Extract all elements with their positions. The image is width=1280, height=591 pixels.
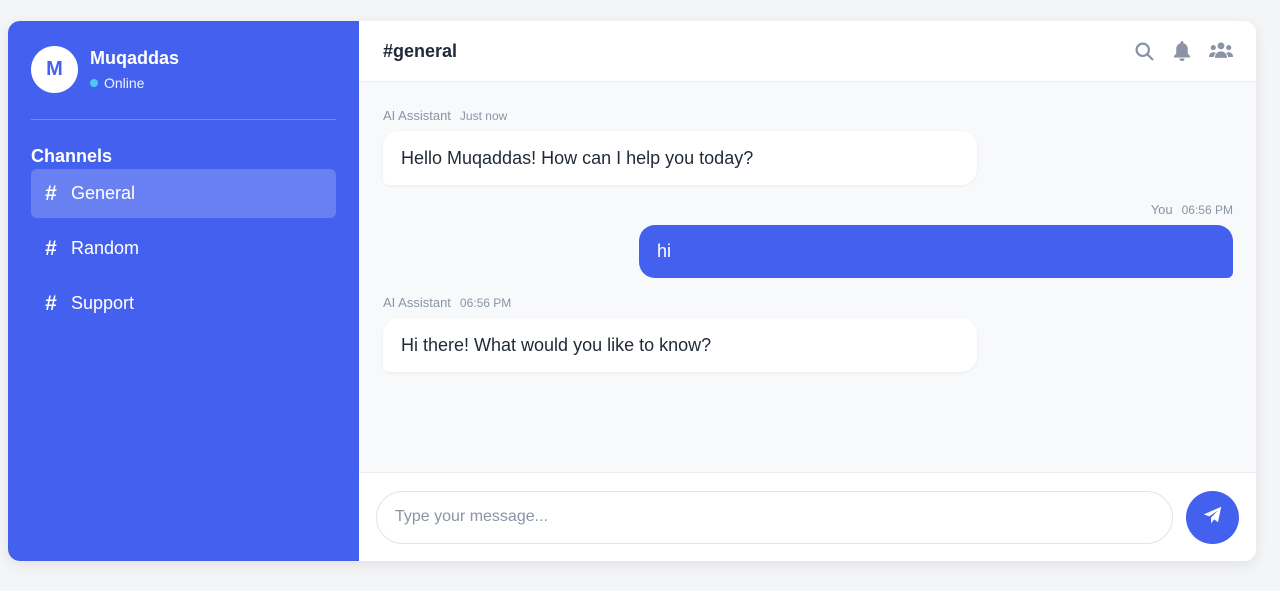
- message-bubble: Hello Muqaddas! How can I help you today…: [383, 131, 977, 185]
- message-item: AI Assistant Just now Hello Muqaddas! Ho…: [383, 108, 1233, 185]
- message-item: You 06:56 PM hi: [383, 202, 1233, 278]
- message-time: 06:56 PM: [1181, 203, 1233, 217]
- chat-header: #general: [359, 21, 1256, 82]
- message-sender: AI Assistant: [383, 108, 451, 123]
- channel-item-random[interactable]: # Random: [31, 224, 336, 273]
- channel-title: #general: [383, 40, 458, 61]
- message-bubble: Hi there! What would you like to know?: [383, 318, 977, 372]
- avatar[interactable]: M: [31, 46, 78, 93]
- user-status: Online: [90, 75, 179, 91]
- sidebar: M Muqaddas Online Channels # General # R…: [8, 21, 359, 561]
- message-time: Just now: [459, 109, 508, 123]
- chat-main: #general AI Assistant Just now Hello Muq…: [359, 21, 1256, 561]
- message-meta: You 06:56 PM: [1151, 202, 1233, 217]
- status-text: Online: [104, 75, 145, 91]
- bell-icon[interactable]: [1173, 40, 1191, 62]
- channel-list: # General # Random # Support: [31, 169, 336, 328]
- online-indicator-icon: [90, 79, 98, 87]
- hash-icon: #: [45, 181, 57, 205]
- message-item: AI Assistant 06:56 PM Hi there! What wou…: [383, 295, 1233, 372]
- send-button[interactable]: [1186, 490, 1239, 544]
- message-bubble: hi: [639, 225, 1233, 278]
- message-list: AI Assistant Just now Hello Muqaddas! Ho…: [359, 82, 1256, 472]
- users-icon[interactable]: [1209, 41, 1233, 61]
- channel-label: Support: [71, 293, 135, 313]
- message-time: 06:56 PM: [459, 296, 512, 310]
- channels-heading: Channels: [31, 146, 113, 166]
- hash-icon: #: [45, 291, 57, 315]
- message-meta: AI Assistant 06:56 PM: [383, 295, 511, 310]
- sidebar-divider: [31, 119, 336, 120]
- chat-app: M Muqaddas Online Channels # General # R…: [8, 21, 1256, 561]
- channel-item-general[interactable]: # General: [31, 169, 336, 218]
- search-icon[interactable]: [1134, 41, 1155, 62]
- header-actions: [1134, 40, 1233, 62]
- channel-item-support[interactable]: # Support: [31, 279, 336, 328]
- user-profile: M Muqaddas Online: [31, 45, 336, 94]
- channel-label: Random: [71, 238, 140, 258]
- username: Muqaddas: [90, 48, 180, 68]
- message-meta: AI Assistant Just now: [383, 108, 507, 123]
- message-input[interactable]: [376, 490, 1173, 544]
- hash-icon: #: [45, 236, 57, 260]
- message-sender: AI Assistant: [383, 295, 451, 310]
- paper-plane-icon: [1203, 506, 1222, 528]
- message-sender: You: [1150, 202, 1173, 217]
- message-composer: [359, 472, 1256, 561]
- channel-label: General: [71, 183, 136, 203]
- profile-info: Muqaddas Online: [90, 48, 179, 91]
